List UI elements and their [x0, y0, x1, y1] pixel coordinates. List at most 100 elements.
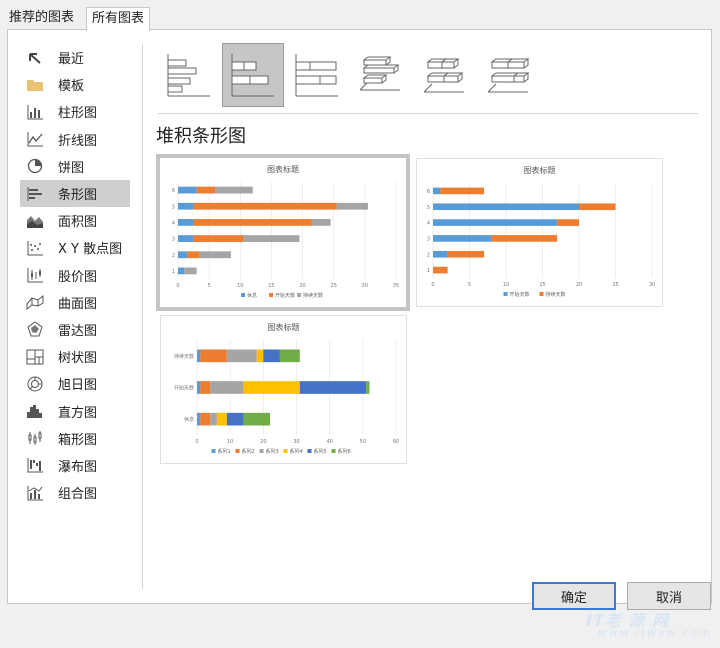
bar-segment	[433, 235, 492, 242]
bar-segment	[226, 412, 244, 426]
sidebar-item-label: 曲面图	[58, 296, 98, 312]
x-tick-label: 50	[360, 439, 366, 445]
sidebar-item-waterfall-chart[interactable]: 瀑布图	[20, 452, 130, 479]
sidebar-item-box-whisker-chart[interactable]: 箱形图	[20, 425, 130, 452]
legend-swatch	[539, 292, 544, 296]
bar-segment	[579, 203, 616, 211]
line-chart-icon	[26, 131, 44, 147]
sidebar-item-label: 组合图	[58, 487, 98, 503]
y-category-label: 6	[427, 189, 430, 195]
x-tick-label: 20	[260, 439, 266, 445]
y-category-label: 开始天数	[174, 385, 194, 392]
chart-title: 图表标题	[268, 322, 300, 332]
sidebar-item-pie-chart[interactable]: 饼图	[20, 153, 130, 180]
subtype-100-stacked-bar-button[interactable]	[286, 43, 348, 107]
subtype-3d-clustered-bar-button[interactable]	[350, 43, 412, 107]
cancel-button[interactable]: 取消	[627, 582, 711, 610]
x-tick-label: 30	[293, 439, 299, 445]
chart-subtype-gallery	[158, 43, 558, 107]
sidebar-item-label: 饼图	[58, 160, 85, 176]
bar-segment	[433, 250, 448, 258]
bar-segment	[199, 251, 231, 259]
chart-svg: 图表标题 0 10 20 30 40 50 60 休息 开始天数 持续天数系列1 系列2 系列3 系列4 系…	[174, 322, 399, 455]
chart-type-sidebar: 最近模板柱形图折线图饼图条形图面积图 X Y 散点图 股价图曲面图雷达图树状图旭日图…	[20, 44, 130, 506]
sidebar-item-sunburst-chart[interactable]: 旭日图	[20, 370, 130, 397]
chart-type-title: 堆积条形图	[156, 126, 246, 147]
y-category-label: 5	[427, 205, 430, 211]
chart-svg: 图表标题 0 5 10 15 20 25 30 1 2 3 4 5 6 开始天数 持续天数	[427, 165, 655, 298]
column-chart-icon	[26, 104, 44, 120]
chart-preview-2[interactable]: 图表标题 0 5 10 15 20 25 30 1 2 3 4 5 6 开始天数 持续天数	[416, 158, 663, 307]
bar-segment	[178, 267, 185, 275]
x-tick-label: 5	[208, 283, 211, 289]
subtype-3d-stacked-bar-button[interactable]	[414, 43, 476, 107]
bar-segment	[336, 202, 368, 210]
bar-segment	[243, 412, 270, 426]
sidebar-item-radar-chart[interactable]: 雷达图	[20, 316, 130, 343]
x-tick-label: 15	[539, 282, 545, 288]
sunburst-chart-icon	[26, 376, 44, 392]
sidebar-item-scatter-chart[interactable]: X Y 散点图	[20, 234, 130, 261]
sidebar-item-bar-chart[interactable]: 条形图	[20, 179, 130, 208]
subtype-clustered-bar-button[interactable]	[158, 43, 220, 107]
bar-segment	[200, 349, 227, 363]
chart-preview-3[interactable]: 图表标题 0 10 20 30 40 50 60 休息 开始天数 持续天数 系列1 系列2 系列3 系列4 系…	[160, 315, 407, 464]
legend-label: 系列3	[266, 448, 279, 455]
y-category-label: 5	[172, 204, 175, 210]
bar-segment	[433, 266, 448, 274]
stock-chart-icon	[26, 267, 44, 283]
sidebar-item-line-chart[interactable]: 折线图	[20, 126, 130, 153]
folder-icon	[26, 77, 44, 93]
sidebar-item-folder[interactable]: 模板	[20, 71, 130, 98]
bar-segment	[299, 381, 367, 394]
ok-button[interactable]: 确定	[532, 582, 616, 610]
x-tick-label: 30	[649, 282, 655, 288]
radar-chart-icon	[26, 321, 44, 337]
box-whisker-chart-icon	[26, 430, 44, 446]
sidebar-item-label: 模板	[58, 79, 85, 95]
x-tick-label: 10	[227, 439, 233, 445]
3d-clustered-bar-icon	[359, 56, 400, 91]
chart-preview-1[interactable]: 图表标题 0 5 10 15 20 25 30 35 1 2 3 4 5 6 休息 开始天数 持续天数	[156, 154, 410, 311]
sidebar-item-label: 柱形图	[58, 106, 98, 122]
x-tick-label: 25	[331, 283, 337, 289]
legend-label: 持续天数	[303, 292, 323, 299]
legend-swatch	[331, 449, 336, 453]
bar-segment	[557, 219, 579, 226]
bar-segment	[447, 250, 485, 258]
sidebar-item-label: 折线图	[58, 133, 98, 149]
legend-swatch	[503, 292, 508, 296]
sidebar-item-treemap-chart[interactable]: 树状图	[20, 343, 130, 370]
sidebar-item-surface-chart[interactable]: 曲面图	[20, 289, 130, 316]
bar-segment	[197, 412, 201, 426]
tab-all-charts[interactable]: 所有图表	[86, 7, 151, 31]
sidebar-item-combo-chart[interactable]: 组合图	[20, 479, 130, 506]
sidebar-item-column-chart[interactable]: 柱形图	[20, 98, 130, 125]
legend-label: 系列1	[218, 448, 231, 455]
y-category-label: 1	[172, 269, 175, 275]
chart-title: 图表标题	[267, 164, 299, 174]
x-tick-label: 25	[612, 282, 618, 288]
y-category-label: 3	[172, 237, 175, 243]
sidebar-item-area-chart[interactable]: 面积图	[20, 207, 130, 234]
bar-segment	[178, 251, 188, 259]
sidebar-divider	[142, 44, 143, 589]
bar-chart-icon	[26, 186, 44, 202]
subtype-stacked-bar-button[interactable]	[222, 43, 284, 107]
sidebar-item-histogram-chart[interactable]: 直方图	[20, 397, 130, 424]
combo-chart-icon	[26, 485, 44, 501]
bar-segment	[433, 203, 579, 211]
sidebar-item-recent[interactable]: 最近	[20, 44, 130, 71]
x-tick-label: 20	[299, 283, 305, 289]
subtype-3d-100-stacked-bar-button[interactable]	[478, 43, 540, 107]
sidebar-item-label: 条形图	[58, 188, 98, 204]
y-category-label: 4	[427, 221, 430, 227]
bar-segment	[197, 349, 201, 363]
tab-strip: 推荐的图表 所有图表	[0, 0, 720, 31]
sidebar-item-stock-chart[interactable]: 股价图	[20, 262, 130, 289]
bar-segment	[187, 251, 200, 259]
sidebar-item-label: 树状图	[58, 351, 98, 367]
legend-label: 系列2	[242, 448, 255, 455]
tab-recommended-charts[interactable]: 推荐的图表	[4, 7, 79, 30]
legend-swatch	[269, 293, 273, 297]
